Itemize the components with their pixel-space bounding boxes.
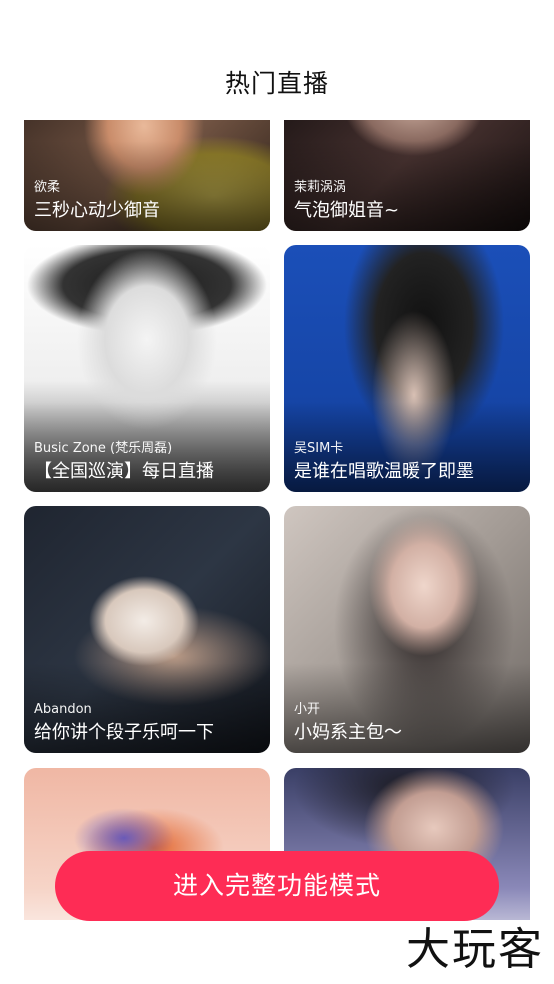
hot-live-page: 热门直播 欲柔 三秒心动少御音 茉莉涡涡 气泡御姐音~ Busic Zone (… (0, 0, 554, 984)
page-title: 热门直播 (224, 69, 329, 98)
live-card[interactable]: Busic Zone (梵乐周磊) 【全国巡演】每日直播 (24, 245, 270, 492)
host-name: 欲柔 (34, 180, 61, 195)
room-title: 【全国巡演】每日直播 (34, 461, 214, 482)
room-title: 三秒心动少御音 (34, 200, 160, 221)
live-card[interactable]: 吴SIM卡 是谁在唱歌温暖了即墨 (284, 245, 530, 492)
host-name: Busic Zone (梵乐周磊) (34, 441, 173, 456)
live-card[interactable]: 小开 小妈系主包～ (284, 506, 530, 753)
host-name: 小开 (294, 702, 321, 717)
live-card[interactable]: Abandon 给你讲个段子乐呵一下 (24, 506, 270, 753)
room-title: 给你讲个段子乐呵一下 (34, 722, 214, 743)
enter-full-mode-button[interactable]: 进入完整功能模式 (55, 851, 499, 921)
live-card[interactable]: 欲柔 三秒心动少御音 (24, 120, 270, 231)
watermark-logo: 大玩客 (406, 924, 544, 975)
live-card[interactable]: 茉莉涡涡 气泡御姐音~ (284, 120, 530, 231)
room-title: 小妈系主包～ (294, 722, 402, 743)
host-name: 吴SIM卡 (294, 441, 344, 456)
room-title: 是谁在唱歌温暖了即墨 (294, 461, 474, 482)
host-name: Abandon (34, 702, 92, 717)
live-stream-grid: 欲柔 三秒心动少御音 茉莉涡涡 气泡御姐音~ Busic Zone (梵乐周磊)… (0, 120, 554, 920)
room-title: 气泡御姐音~ (294, 200, 400, 221)
host-name: 茉莉涡涡 (294, 180, 347, 195)
